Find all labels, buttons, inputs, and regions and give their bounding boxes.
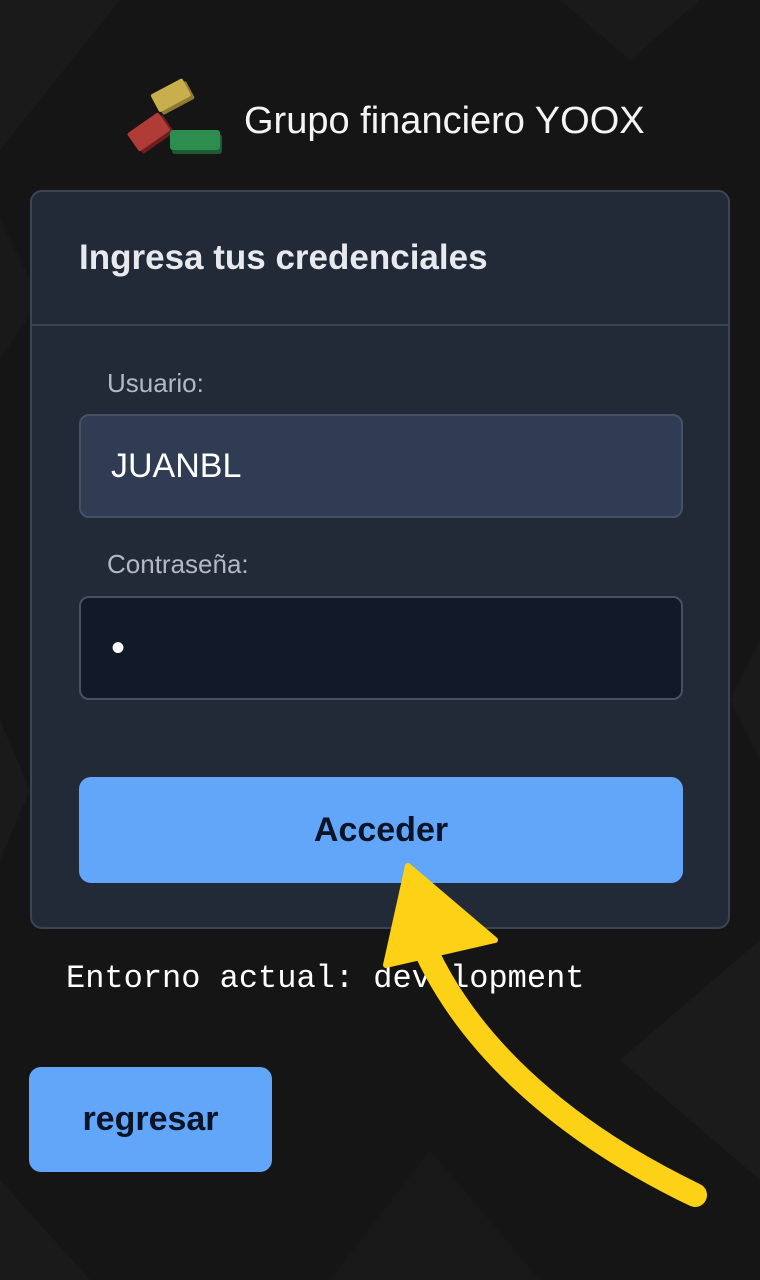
regresar-button[interactable]: regresar: [29, 1067, 272, 1172]
username-input[interactable]: [79, 414, 683, 518]
brand-title: Grupo financiero YOOX: [244, 99, 645, 142]
username-label: Usuario:: [107, 368, 204, 398]
acceder-button[interactable]: Acceder: [79, 777, 683, 883]
environment-text: Entorno actual: development: [66, 960, 585, 997]
brand-header: Grupo financiero YOOX: [126, 76, 645, 166]
password-input[interactable]: [79, 596, 683, 700]
password-label: Contraseña:: [107, 549, 249, 579]
stacked-blocks-logo-icon: [127, 78, 222, 154]
card-header: Ingresa tus credenciales: [32, 192, 728, 326]
login-card: Ingresa tus credenciales Usuario: Contra…: [30, 190, 730, 929]
card-title: Ingresa tus credenciales: [79, 238, 488, 277]
